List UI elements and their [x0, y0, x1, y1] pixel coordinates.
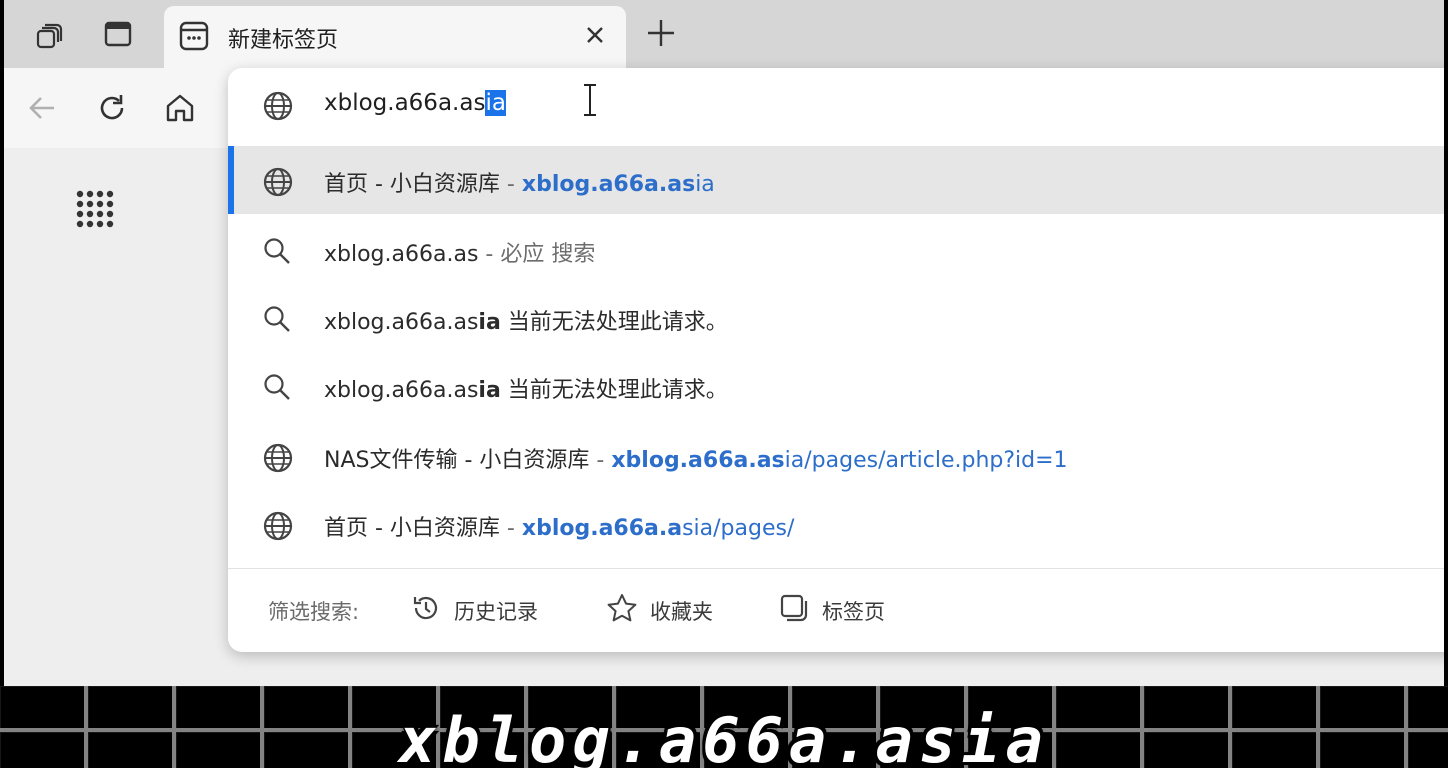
newtab-icon: [178, 20, 210, 56]
suggestion-text: xblog.a66a.asia 当前无法处理此请求。: [324, 372, 728, 404]
separator: -: [499, 516, 522, 541]
filter-tabs-button[interactable]: 标签页: [778, 592, 885, 629]
search-icon: [262, 372, 294, 402]
suggestion-note: 当前无法处理此请求。: [500, 310, 728, 335]
history-icon: [410, 592, 442, 629]
suggestion-note: 当前无法处理此请求。: [500, 378, 728, 403]
globe-icon: [262, 166, 294, 197]
autocomplete-selection: ia: [485, 90, 506, 116]
filter-history-button[interactable]: 历史记录: [410, 592, 538, 629]
new-tab-plus-icon[interactable]: [642, 14, 680, 56]
suggestion-text: 首页 - 小白资源库 - xblog.a66a.asia: [324, 166, 715, 198]
selection-indicator: [228, 146, 234, 214]
suggestion-url-rest: ia/pages/article.php?id=1: [784, 448, 1068, 473]
home-icon[interactable]: [158, 86, 202, 130]
suggestion-query: xblog.a66a.as: [324, 242, 479, 267]
apps-grid-icon[interactable]: [74, 188, 118, 236]
star-icon: [606, 592, 638, 629]
suggestion-title: 首页 - 小白资源库: [324, 516, 500, 541]
separator: -: [589, 448, 612, 473]
separator: -: [499, 172, 522, 197]
globe-icon: [262, 442, 294, 473]
suggestion-text: 首页 - 小白资源库 - xblog.a66a.asia/pages/: [324, 510, 794, 542]
filter-favorites-button[interactable]: 收藏夹: [606, 592, 713, 629]
suggestion-query: xblog.a66a.as: [324, 310, 479, 335]
tabs-icon: [778, 592, 810, 629]
suggestion-text: NAS文件传输 - 小白资源库 - xblog.a66a.asia/pages/…: [324, 442, 1068, 474]
filter-tabs-label: 标签页: [822, 599, 885, 624]
close-icon[interactable]: [582, 22, 608, 52]
tab-title: 新建标签页: [228, 28, 339, 53]
search-icon: [262, 236, 294, 266]
vertical-tabs-icon[interactable]: [98, 14, 138, 54]
suggestion-url-match: xblog.a66a.as: [521, 172, 696, 197]
globe-icon: [262, 90, 294, 126]
suggestion-url-rest: ia: [695, 172, 715, 197]
suggestion-text: xblog.a66a.as - 必应 搜索: [324, 236, 595, 268]
suggestion-url-match: xblog.a66a.as: [611, 448, 785, 473]
typed-text: xblog.a66a.as: [324, 90, 486, 116]
suggestion-url-match: xblog.a66a.a: [521, 516, 683, 541]
suggestion-query: xblog.a66a.as: [324, 378, 479, 403]
suggestion-row[interactable]: 首页 - 小白资源库 - xblog.a66a.asia/pages/: [228, 490, 1444, 558]
suggestion-row[interactable]: 首页 - 小白资源库 - xblog.a66a.asia: [228, 146, 1444, 214]
suggestion-title: 首页 - 小白资源库: [324, 172, 500, 197]
search-filter-row: 筛选搜索: 历史记录 收藏夹 标签页: [228, 582, 1444, 638]
suggestion-row[interactable]: xblog.a66a.asia 当前无法处理此请求。: [228, 284, 1444, 352]
workspaces-icon[interactable]: [30, 14, 70, 54]
suggestion-query-completion: ia: [478, 378, 501, 403]
suggestion-title: NAS文件传输 - 小白资源库: [324, 448, 590, 473]
filter-history-label: 历史记录: [454, 599, 538, 624]
filter-favorites-label: 收藏夹: [650, 599, 713, 624]
refresh-icon[interactable]: [90, 86, 134, 130]
suggestion-row[interactable]: xblog.a66a.as - 必应 搜索: [228, 216, 1444, 284]
address-text[interactable]: xblog.a66a.asia: [324, 90, 506, 116]
caption-text: xblog.a66a.asia: [399, 704, 1049, 768]
suggestion-url-rest: sia/pages/: [682, 516, 795, 541]
suggestion-row[interactable]: NAS文件传输 - 小白资源库 - xblog.a66a.asia/pages/…: [228, 422, 1444, 490]
suggestion-suffix: - 必应 搜索: [478, 242, 596, 267]
text-cursor-icon: [580, 82, 600, 122]
divider: [228, 568, 1444, 569]
suggestion-query-completion: ia: [478, 310, 501, 335]
video-caption-banner: xblog.a66a.asia: [0, 686, 1448, 768]
search-icon: [262, 304, 294, 334]
address-input[interactable]: xblog.a66a.asia: [228, 68, 1444, 144]
browser-window: 新建标签页 xblog.a66a.asia 首页 - 小白资源库 - xblog…: [4, 0, 1444, 686]
tab-new-tab[interactable]: 新建标签页: [164, 6, 626, 68]
filter-label: 筛选搜索:: [268, 600, 360, 624]
back-icon[interactable]: [20, 86, 64, 130]
globe-icon: [262, 510, 294, 541]
address-bar-dropdown: xblog.a66a.asia 首页 - 小白资源库 - xblog.a66a.…: [228, 68, 1444, 652]
suggestion-text: xblog.a66a.asia 当前无法处理此请求。: [324, 304, 728, 336]
tab-strip: 新建标签页: [4, 0, 1444, 68]
suggestion-row[interactable]: xblog.a66a.asia 当前无法处理此请求。: [228, 352, 1444, 420]
